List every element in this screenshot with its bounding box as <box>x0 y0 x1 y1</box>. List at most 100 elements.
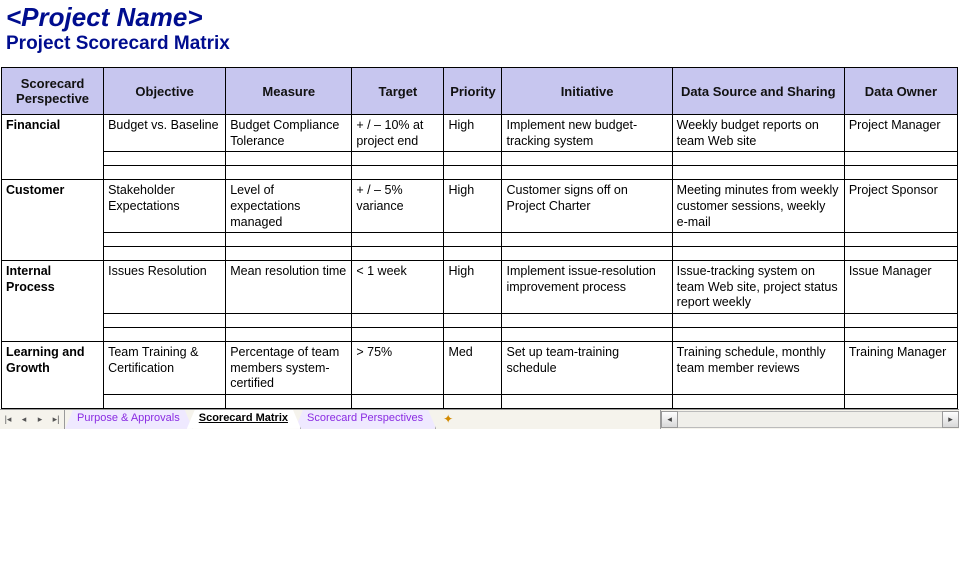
cell-target[interactable]: + / – 5% variance <box>352 180 444 233</box>
cell-initiative[interactable]: Implement issue-resolution improvement p… <box>502 261 672 314</box>
cell-initiative[interactable]: Set up team-training schedule <box>502 342 672 395</box>
empty-cell[interactable] <box>226 328 352 342</box>
empty-cell[interactable] <box>502 394 672 408</box>
cell-measure[interactable]: Level of expectations managed <box>226 180 352 233</box>
sheet-tab-scorecard-perspectives[interactable]: Scorecard Perspectives <box>295 410 436 429</box>
cell-objective[interactable]: Issues Resolution <box>104 261 226 314</box>
new-sheet-icon[interactable]: ✦ <box>436 410 460 429</box>
cell-data-source[interactable]: Training schedule, monthly team member r… <box>672 342 844 395</box>
scroll-right-icon[interactable]: ▸ <box>942 411 959 428</box>
cell-priority[interactable]: Med <box>444 342 502 395</box>
empty-cell[interactable] <box>104 247 226 261</box>
empty-cell[interactable] <box>672 394 844 408</box>
empty-cell[interactable] <box>226 247 352 261</box>
sheet-tab-scorecard-matrix[interactable]: Scorecard Matrix <box>187 410 301 429</box>
cell-perspective[interactable]: Financial <box>2 115 104 180</box>
cell-perspective[interactable]: Learning and Growth <box>2 342 104 409</box>
empty-cell[interactable] <box>672 314 844 328</box>
tab-nav-last-icon[interactable]: ▸| <box>48 410 64 428</box>
tab-nav-prev-icon[interactable]: ◂ <box>16 410 32 428</box>
cell-objective[interactable]: Team Training & Certification <box>104 342 226 395</box>
empty-cell[interactable] <box>104 394 226 408</box>
empty-cell[interactable] <box>844 152 957 166</box>
empty-cell[interactable] <box>444 328 502 342</box>
cell-measure[interactable]: Mean resolution time <box>226 261 352 314</box>
empty-cell[interactable] <box>672 233 844 247</box>
empty-cell[interactable] <box>226 233 352 247</box>
empty-cell[interactable] <box>502 314 672 328</box>
empty-cell[interactable] <box>444 247 502 261</box>
empty-cell[interactable] <box>444 314 502 328</box>
tab-nav-next-icon[interactable]: ▸ <box>32 410 48 428</box>
cell-target[interactable]: < 1 week <box>352 261 444 314</box>
empty-cell[interactable] <box>844 314 957 328</box>
cell-data-source[interactable]: Weekly budget reports on team Web site <box>672 115 844 152</box>
scorecard-matrix-table: Scorecard Perspective Objective Measure … <box>1 67 958 409</box>
cell-perspective[interactable]: Customer <box>2 180 104 261</box>
cell-data-owner[interactable]: Issue Manager <box>844 261 957 314</box>
cell-data-owner[interactable]: Project Sponsor <box>844 180 957 233</box>
scroll-left-icon[interactable]: ◂ <box>661 411 678 428</box>
cell-measure[interactable]: Percentage of team members system-certif… <box>226 342 352 395</box>
empty-cell[interactable] <box>226 152 352 166</box>
empty-cell[interactable] <box>672 152 844 166</box>
cell-measure[interactable]: Budget Compliance Tolerance <box>226 115 352 152</box>
col-header-data-owner: Data Owner <box>844 68 957 115</box>
empty-cell[interactable] <box>104 166 226 180</box>
empty-cell[interactable] <box>502 152 672 166</box>
cell-target[interactable]: + / – 10% at project end <box>352 115 444 152</box>
cell-initiative[interactable]: Implement new budget-tracking system <box>502 115 672 152</box>
cell-data-owner[interactable]: Project Manager <box>844 115 957 152</box>
empty-cell[interactable] <box>352 233 444 247</box>
empty-cell[interactable] <box>352 394 444 408</box>
empty-cell[interactable] <box>844 233 957 247</box>
empty-cell[interactable] <box>444 394 502 408</box>
cell-target[interactable]: > 75% <box>352 342 444 395</box>
empty-cell[interactable] <box>226 166 352 180</box>
empty-cell[interactable] <box>444 166 502 180</box>
empty-cell[interactable] <box>226 314 352 328</box>
empty-cell[interactable] <box>672 166 844 180</box>
empty-cell[interactable] <box>672 247 844 261</box>
empty-cell[interactable] <box>226 394 352 408</box>
cell-objective[interactable]: Stakeholder Expectations <box>104 180 226 233</box>
col-header-target: Target <box>352 68 444 115</box>
horizontal-scrollbar[interactable]: ◂ ▸ <box>660 410 959 429</box>
empty-cell[interactable] <box>352 152 444 166</box>
empty-cell[interactable] <box>672 328 844 342</box>
cell-objective[interactable]: Budget vs. Baseline <box>104 115 226 152</box>
cell-perspective[interactable]: Internal Process <box>2 261 104 342</box>
cell-priority[interactable]: High <box>444 261 502 314</box>
empty-cell[interactable] <box>444 152 502 166</box>
empty-cell[interactable] <box>502 247 672 261</box>
table-row <box>2 314 958 328</box>
cell-initiative[interactable]: Customer signs off on Project Charter <box>502 180 672 233</box>
empty-cell[interactable] <box>104 328 226 342</box>
empty-cell[interactable] <box>502 233 672 247</box>
cell-data-owner[interactable]: Training Manager <box>844 342 957 395</box>
empty-cell[interactable] <box>352 247 444 261</box>
scroll-track[interactable] <box>678 411 942 428</box>
empty-cell[interactable] <box>352 166 444 180</box>
empty-cell[interactable] <box>844 328 957 342</box>
empty-cell[interactable] <box>844 394 957 408</box>
col-header-initiative: Initiative <box>502 68 672 115</box>
empty-cell[interactable] <box>352 314 444 328</box>
cell-data-source[interactable]: Issue-tracking system on team Web site, … <box>672 261 844 314</box>
empty-cell[interactable] <box>104 233 226 247</box>
cell-priority[interactable]: High <box>444 115 502 152</box>
empty-cell[interactable] <box>104 314 226 328</box>
empty-cell[interactable] <box>104 152 226 166</box>
cell-data-source[interactable]: Meeting minutes from weekly customer ses… <box>672 180 844 233</box>
sheet-tab-purpose-approvals[interactable]: Purpose & Approvals <box>65 410 193 429</box>
empty-cell[interactable] <box>844 247 957 261</box>
empty-cell[interactable] <box>502 166 672 180</box>
tab-nav-first-icon[interactable]: |◂ <box>0 410 16 428</box>
empty-cell[interactable] <box>444 233 502 247</box>
tab-nav-buttons: |◂ ◂ ▸ ▸| <box>0 410 65 429</box>
empty-cell[interactable] <box>844 166 957 180</box>
empty-cell[interactable] <box>352 328 444 342</box>
empty-cell[interactable] <box>502 328 672 342</box>
cell-priority[interactable]: High <box>444 180 502 233</box>
table-row <box>2 166 958 180</box>
